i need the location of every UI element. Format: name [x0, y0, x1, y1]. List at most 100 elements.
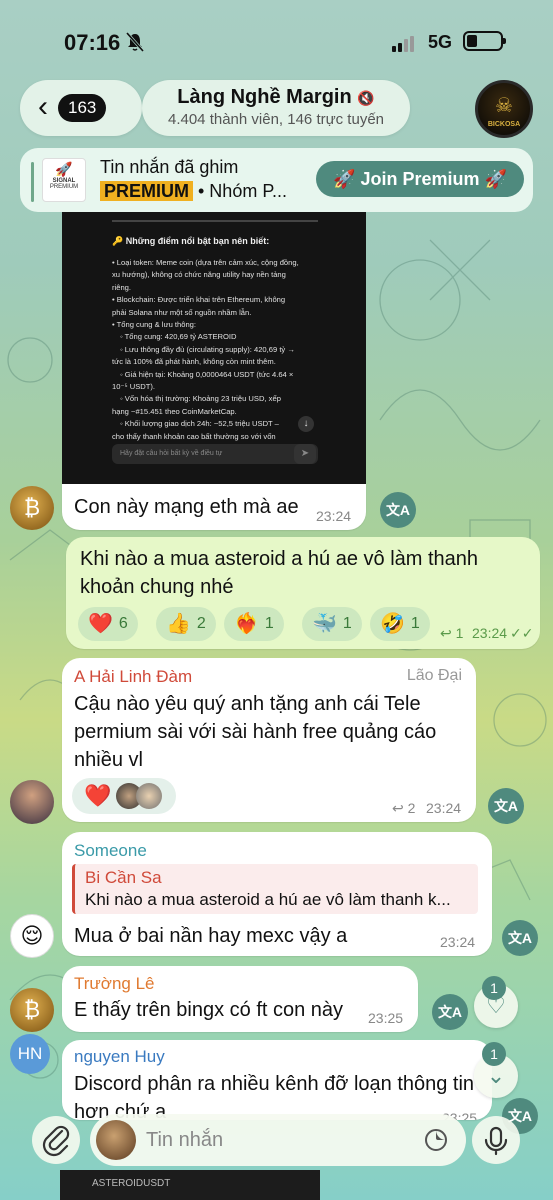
group-avatar-text: BICKOSA [487, 121, 521, 128]
screenshot-ask-field: Hãy đặt câu hỏi bất kỳ về điều tự [112, 444, 318, 464]
scroll-down-icon: ↓ [298, 416, 314, 432]
status-bar: 07:16 5G [0, 0, 553, 80]
message-bubble[interactable]: Trường Lê E thấy trên bingx có ft con nà… [62, 966, 418, 1032]
thumb-text-2: PREMIUM [49, 184, 79, 190]
thumbs-up-icon: 👍 [166, 613, 191, 635]
bell-muted-icon [126, 32, 144, 52]
rocket-icon: 🚀 [55, 161, 73, 177]
chat-title-text: Làng Nghề Margin [177, 86, 352, 108]
reply-icon: ↩ [392, 800, 404, 816]
screenshot-line: • Tổng cung & lưu thông: [112, 320, 197, 329]
sender-name[interactable]: A Hải Linh Đàm [74, 667, 192, 687]
chat-title-header[interactable]: Làng Nghề Margin 🔇 4.404 thành viên, 146… [142, 80, 410, 136]
sender-role: Lão Đại [406, 667, 462, 684]
message-bubble[interactable]: Con này mạng eth mà ae 23:24 [62, 484, 366, 530]
screenshot-line: • Blockchain: Được triển khai trên Ether… [112, 295, 286, 305]
reaction-heart-fire[interactable]: ❤️‍🔥 1 [224, 607, 284, 641]
premium-tag: PREMIUM [100, 181, 193, 201]
reaction-count: 1 [264, 615, 274, 633]
screenshot-line: riêng. [112, 282, 131, 292]
sender-name[interactable]: nguyen Huy [74, 1047, 165, 1067]
pinned-indicator [31, 162, 34, 202]
avatar-someone[interactable]: 😌 [10, 914, 54, 958]
avatar-truong-le[interactable]: ₿ [10, 988, 54, 1032]
screenshot-line: phải Solana như một số nguồn nhầm lẫn. [112, 307, 252, 317]
cellular-signal-icon [392, 34, 416, 52]
reaction-whale[interactable]: 🐳 1 [302, 607, 362, 641]
unread-count-badge: 163 [58, 94, 107, 122]
pinned-preview-text: • Nhóm P... [193, 181, 288, 201]
sender-name[interactable]: Trường Lê [74, 974, 154, 994]
translate-icon[interactable]: 文A [432, 994, 468, 1030]
rofl-icon: 🤣 [380, 613, 405, 635]
paperclip-icon [42, 1125, 70, 1157]
message-bubble[interactable]: Someone Bi Cần Sa Khi nào a mua asteroid… [62, 832, 492, 956]
own-message-bubble[interactable]: Khi nào a mua asteroid a hú ae vô làm th… [66, 537, 540, 649]
screenshot-line: ◦ Vốn hóa thị trường: Khoảng 23 triệu US… [120, 394, 281, 404]
reply-count: ↩ 1 [440, 625, 463, 642]
microphone-icon [484, 1126, 508, 1156]
quote-name: Bi Cần Sa [85, 868, 162, 887]
group-avatar[interactable]: ☠ BICKOSA [475, 80, 533, 138]
chat-subtitle: 4.404 thành viên, 146 trực tuyến [167, 111, 385, 128]
translate-icon[interactable]: 文A [380, 492, 416, 528]
pinned-message-bar[interactable]: 🚀 SIGNAL PREMIUM Tin nhắn đã ghim PREMIU… [20, 148, 533, 212]
join-premium-button[interactable]: 🚀 Join Premium 🚀 [316, 161, 524, 197]
reaction-heart[interactable]: ❤️ 6 [78, 607, 138, 641]
send-icon: ➤ [294, 444, 316, 464]
heart-fire-icon: ❤️‍🔥 [234, 613, 259, 635]
sticker-icon[interactable] [424, 1128, 448, 1152]
reaction-heart[interactable]: ❤️ [72, 778, 176, 814]
reply-count-value: 2 [407, 800, 416, 816]
screenshot-heading: 🔑 Những điểm nổi bật bạn nên biết: [112, 236, 270, 246]
avatar-hai-linh-dam[interactable] [10, 780, 54, 824]
screenshot-line: • Loại token: Meme coin (dựa trên cảm xú… [112, 258, 299, 267]
reaction-count: 1 [410, 615, 420, 633]
background-image-strip: ASTEROIDUSDT [60, 1170, 320, 1200]
reactions-badge: 1 [482, 976, 506, 1000]
quoted-reply[interactable]: Bi Cần Sa Khi nào a mua asteroid a hú ae… [72, 864, 478, 914]
avatar-bitcoin[interactable]: ₿ [10, 486, 54, 530]
translate-icon[interactable]: 文A [488, 788, 524, 824]
message-time: 23:24 [440, 934, 476, 950]
bitcoin-icon: ₿ [23, 997, 41, 1022]
quote-text: Khi nào a mua asteroid a hú ae vô làm th… [85, 890, 451, 909]
message-text: Discord phân ra nhiều kênh đỡ loạn thông… [74, 1073, 475, 1120]
unread-badge: 1 [482, 1042, 506, 1066]
screenshot-line: xu hướng), không có chức năng utility ha… [112, 270, 286, 280]
message-text: Khi nào a mua asteroid a hú ae vô làm th… [80, 548, 479, 598]
heart-icon: ❤️ [84, 783, 112, 808]
ticker-label: ASTEROIDUSDT [92, 1178, 171, 1189]
screenshot-line: 10⁻⁵ USDT). [112, 382, 156, 391]
translate-icon[interactable]: 文A [502, 920, 538, 956]
pinned-title: Tin nhắn đã ghim [100, 157, 239, 177]
back-button[interactable]: ‹ 163 [20, 80, 142, 136]
message-time: 23:24 [316, 508, 352, 524]
screenshot-line: cho thấy thanh khoản cao bất thường so v… [112, 431, 276, 441]
heart-icon: ❤️ [88, 613, 113, 635]
send-as-avatar[interactable] [96, 1120, 136, 1160]
screenshot-line: ◦ Giá hiện tại: Khoảng 0,0000464 USDT (t… [120, 369, 294, 379]
skull-logo-icon: ☠ [495, 95, 513, 117]
network-label: 5G [428, 32, 453, 52]
message-input[interactable]: Tin nhắn [90, 1114, 466, 1166]
sticker-face-icon: 😌 [20, 923, 44, 948]
battery-icon [463, 31, 506, 51]
message-time: 23:25 [368, 1010, 404, 1026]
reaction-thumbs-up[interactable]: 👍 2 [156, 607, 216, 641]
attach-button[interactable] [32, 1116, 80, 1164]
shared-screenshot-image[interactable]: 🔑 Những điểm nổi bật bạn nên biết: • Loạ… [62, 212, 366, 484]
reaction-count: 6 [118, 615, 128, 633]
message-bubble[interactable]: A Hải Linh Đàm Lão Đại Cậu nào yêu quý a… [62, 658, 476, 822]
screenshot-line: ◦ Khối lượng giao dịch 24h: ~52,5 triệu … [120, 419, 279, 429]
message-text: Con này mạng eth mà ae [74, 496, 299, 518]
message-bubble[interactable]: nguyen Huy Discord phân ra nhiều kênh đỡ… [62, 1040, 492, 1120]
avatar-nguyen-huy[interactable]: HN [10, 1034, 50, 1074]
reaction-rofl[interactable]: 🤣 1 [370, 607, 430, 641]
status-time: 07:16 [64, 30, 121, 55]
microphone-button[interactable] [472, 1116, 520, 1164]
message-text: Cậu nào yêu quý anh tặng anh cái Tele pe… [74, 693, 437, 771]
reaction-count: 2 [196, 615, 206, 633]
sender-name[interactable]: Someone [74, 841, 147, 861]
chat-title: Làng Nghề Margin 🔇 [142, 86, 410, 109]
